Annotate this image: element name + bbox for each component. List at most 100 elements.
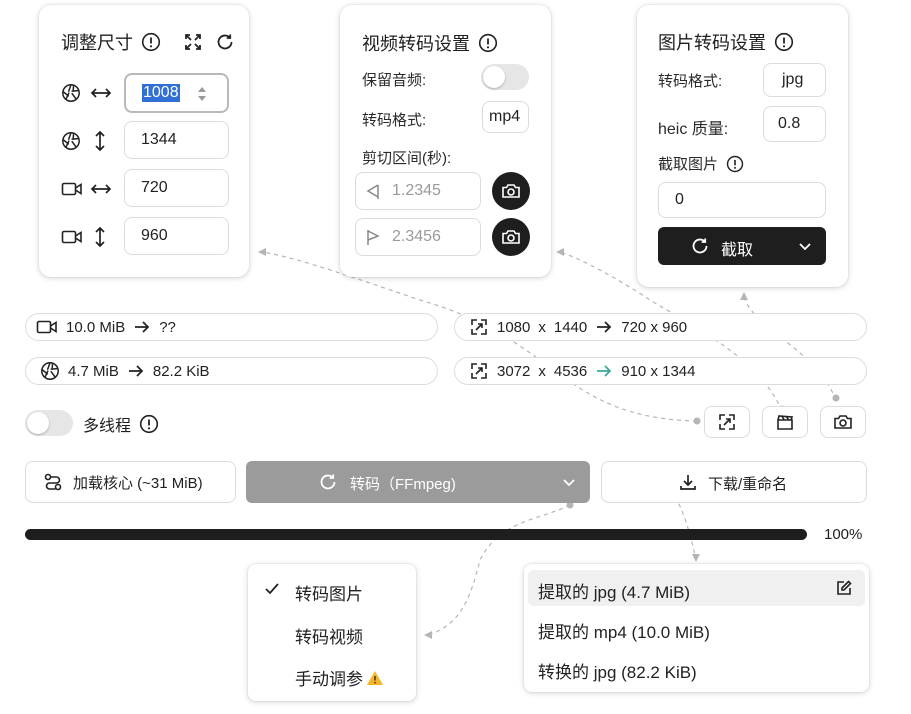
video-height-value: 960 [141, 227, 168, 244]
video-height-input[interactable]: 960 [124, 217, 229, 255]
load-core-label: 加载核心 (~31 MiB) [73, 474, 203, 492]
convert-button[interactable]: 转码（FFmpeg) [246, 461, 590, 503]
video-dimension-info: 1080 x 1440 720 x 960 [454, 313, 867, 341]
capture-end-button[interactable] [492, 218, 530, 256]
heic-quality-label: heic 质量: [658, 121, 729, 138]
arrow-right-icon [127, 364, 145, 378]
resize-panel: 调整尺寸 1008 1344 720 960 [39, 5, 249, 277]
info-icon[interactable] [726, 155, 744, 173]
video-icon [36, 318, 58, 336]
download-item-mp4-extracted[interactable]: 提取的 mp4 (10.0 MiB) [538, 618, 710, 643]
flag-icon [366, 228, 380, 246]
progress-bar [25, 529, 807, 540]
video-mode-button[interactable] [762, 406, 808, 438]
image-times-sign: x [538, 362, 546, 380]
multithread-toggle[interactable] [25, 410, 73, 436]
video-format-label: 转码格式: [362, 112, 427, 129]
capture-frame-input[interactable]: 0 [658, 182, 826, 218]
video-format-value: mp4 [489, 108, 521, 125]
download-menu: 提取的 jpg (4.7 MiB) 提取的 mp4 (10.0 MiB) 转换的… [524, 564, 869, 692]
camera-icon [833, 413, 853, 431]
multithread-text: 多线程 [83, 418, 132, 435]
video-height-info: 1440 [553, 318, 588, 336]
info-icon[interactable] [141, 32, 161, 52]
vertical-arrows-icon [93, 129, 107, 153]
capture-frame-value: 0 [675, 191, 684, 208]
video-panel-title: 视频转码设置 [362, 30, 498, 56]
resize-mode-button[interactable] [704, 406, 750, 438]
menu-item-convert-video[interactable]: 转码视频 [295, 623, 363, 648]
info-icon[interactable] [139, 414, 159, 434]
info-icon[interactable] [478, 33, 498, 53]
aperture-icon [40, 361, 60, 381]
menu-item-manual[interactable]: 手动调参 [295, 665, 384, 690]
capture-button[interactable]: 截取 [658, 227, 826, 265]
download-label: 下载/重命名 [708, 476, 788, 493]
capture-button-label: 截取 [721, 242, 754, 259]
chevron-down-icon[interactable] [798, 239, 812, 253]
convert-label: 转码（FFmpeg) [350, 476, 456, 493]
horizontal-arrows-icon [89, 179, 113, 199]
video-size-info: 10.0 MiB ?? [25, 313, 438, 341]
spinner-icon[interactable] [197, 86, 207, 102]
resize-image-icon [469, 361, 489, 381]
keep-audio-toggle[interactable] [481, 64, 529, 90]
resize-panel-title: 调整尺寸 [61, 29, 235, 55]
heic-quality-value: 0.8 [778, 115, 801, 132]
resize-image-icon [469, 317, 489, 337]
load-core-button[interactable]: 加载核心 (~31 MiB) [25, 461, 236, 503]
arrow-right-icon [595, 320, 613, 334]
image-format-value: jpg [782, 71, 804, 88]
aperture-icon [61, 131, 81, 151]
chevron-down-icon[interactable] [562, 475, 576, 489]
menu-item-manual-label: 手动调参 [295, 670, 363, 689]
download-item-selected[interactable]: 提取的 jpg (4.7 MiB) [528, 570, 865, 606]
refresh-icon[interactable] [215, 32, 235, 52]
image-format-select[interactable]: jpg [763, 63, 826, 97]
refresh-icon [318, 472, 338, 492]
image-width-input[interactable]: 1008 [124, 73, 229, 113]
edit-icon[interactable] [835, 579, 853, 597]
image-height-input[interactable]: 1344 [124, 121, 229, 159]
video-title-text: 视频转码设置 [362, 34, 470, 54]
image-mode-button[interactable] [820, 406, 866, 438]
clip-end-input[interactable]: 2.3456 [355, 218, 481, 256]
capture-start-button[interactable] [492, 172, 530, 210]
image-panel-title: 图片转码设置 [658, 29, 794, 55]
video-size-value: 10.0 MiB [66, 318, 126, 336]
start-marker-icon [366, 182, 380, 200]
route-icon [43, 472, 63, 492]
download-button[interactable]: 下载/重命名 [601, 461, 867, 503]
image-format-label: 转码格式: [658, 73, 723, 90]
video-format-select[interactable]: mp4 [482, 101, 529, 133]
menu-item-convert-image[interactable]: 转码图片 [295, 580, 363, 605]
image-size-info: 4.7 MiB 82.2 KiB [25, 357, 438, 385]
image-width-value: 1008 [142, 84, 180, 102]
resize-image-icon [717, 412, 737, 432]
download-item-jpg-converted[interactable]: 转换的 jpg (82.2 KiB) [538, 658, 697, 683]
image-height-value: 1344 [141, 131, 177, 148]
arrow-right-icon [595, 364, 613, 378]
info-icon[interactable] [774, 32, 794, 52]
camera-icon [501, 182, 521, 200]
video-output-dimension: 720 x 960 [621, 318, 688, 336]
video-icon [61, 228, 83, 246]
video-width-value: 720 [141, 179, 168, 196]
video-times-sign: x [538, 318, 546, 336]
aperture-icon [61, 83, 81, 103]
image-output-size: 82.2 KiB [152, 362, 210, 380]
video-settings-panel: 视频转码设置 保留音频: 转码格式: mp4 剪切区间(秒): 1.2345 2… [340, 5, 551, 277]
video-width-input[interactable]: 720 [124, 169, 229, 207]
mode-menu: 转码图片 转码视频 手动调参 [248, 564, 416, 701]
heic-quality-input[interactable]: 0.8 [763, 106, 826, 142]
image-title-text: 图片转码设置 [658, 33, 766, 53]
expand-icon[interactable] [183, 32, 203, 52]
resize-title-text: 调整尺寸 [61, 33, 133, 53]
warning-icon [366, 670, 384, 686]
capture-image-text: 截取图片 [658, 156, 719, 173]
check-icon [264, 582, 280, 596]
clip-start-placeholder: 1.2345 [392, 182, 441, 199]
clip-start-input[interactable]: 1.2345 [355, 172, 481, 210]
multithread-label: 多线程 [83, 412, 159, 436]
download-item-jpg-extracted: 提取的 jpg (4.7 MiB) [538, 583, 691, 602]
